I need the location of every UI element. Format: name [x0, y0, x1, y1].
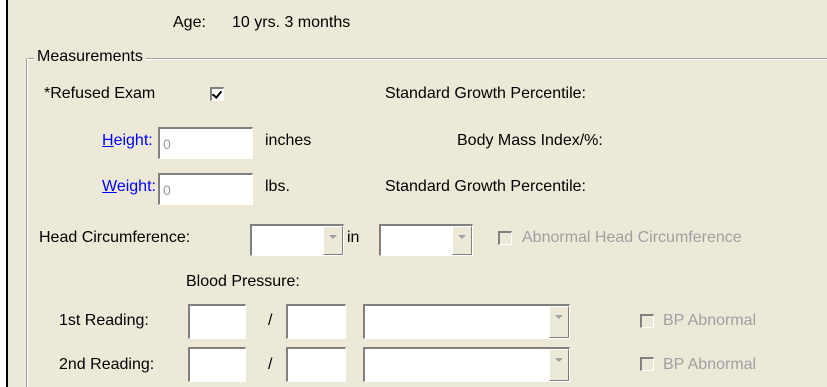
height-input[interactable]: 0: [158, 127, 253, 159]
standard-growth-percentile-label-2: Standard Growth Percentile:: [385, 178, 586, 195]
weight-unit: lbs.: [265, 178, 290, 195]
bp-reading-1-separator: /: [268, 312, 273, 329]
weight-link-rest: eight:: [116, 178, 156, 195]
head-circumference-label: Head Circumference:: [39, 229, 191, 246]
chevron-down-icon[interactable]: [549, 306, 569, 338]
bp-reading-2-systolic-input[interactable]: [188, 347, 246, 382]
bp-reading-2-abnormal-label: BP Abnormal: [663, 356, 757, 373]
chevron-down-icon[interactable]: [549, 349, 569, 381]
height-unit: inches: [265, 132, 312, 149]
bp-reading-1-abnormal-checkbox[interactable]: [640, 314, 654, 328]
head-circumference-unit: in: [347, 229, 360, 246]
abnormal-head-circumference-label: Abnormal Head Circumference: [522, 229, 742, 246]
bp-reading-2-diastolic-input[interactable]: [286, 347, 346, 382]
weight-link-mnemonic: W: [102, 178, 117, 195]
head-circumference-value-combo[interactable]: [250, 224, 344, 256]
refused-exam-checkbox[interactable]: [210, 87, 224, 101]
bp-reading-2-position-combo[interactable]: [363, 347, 570, 382]
group-border-top: [26, 58, 827, 59]
bp-reading-1-position-combo[interactable]: [363, 304, 570, 339]
age-value: 10 yrs. 3 months: [232, 14, 351, 31]
height-link[interactable]: Height:: [102, 132, 153, 150]
bp-reading-2-abnormal-checkbox[interactable]: [640, 357, 654, 371]
bp-reading-1-systolic-input[interactable]: [188, 304, 246, 339]
age-label: Age:: [173, 14, 206, 31]
chevron-down-icon[interactable]: [323, 226, 343, 255]
bmi-label: Body Mass Index/%:: [457, 132, 603, 149]
blood-pressure-title: Blood Pressure:: [186, 273, 300, 290]
bp-reading-2-separator: /: [268, 356, 273, 373]
weight-link[interactable]: Weight:: [102, 178, 156, 196]
head-circumference-unit-combo[interactable]: [379, 224, 473, 256]
bp-reading-1-label: 1st Reading:: [59, 312, 149, 329]
measurements-group-title: Measurements: [34, 48, 146, 66]
height-link-mnemonic: H: [102, 132, 114, 149]
chevron-down-icon[interactable]: [452, 226, 472, 255]
bp-reading-1-diastolic-input[interactable]: [286, 304, 346, 339]
bp-reading-1-abnormal-label: BP Abnormal: [663, 312, 757, 329]
standard-growth-percentile-label-1: Standard Growth Percentile:: [385, 85, 586, 102]
abnormal-head-circumference-checkbox[interactable]: [498, 231, 512, 245]
refused-exam-label: *Refused Exam: [44, 85, 156, 102]
group-border-left: [26, 58, 27, 387]
weight-input[interactable]: 0: [158, 173, 253, 205]
height-link-rest: eight:: [113, 132, 153, 149]
bp-reading-2-label: 2nd Reading:: [59, 356, 155, 373]
